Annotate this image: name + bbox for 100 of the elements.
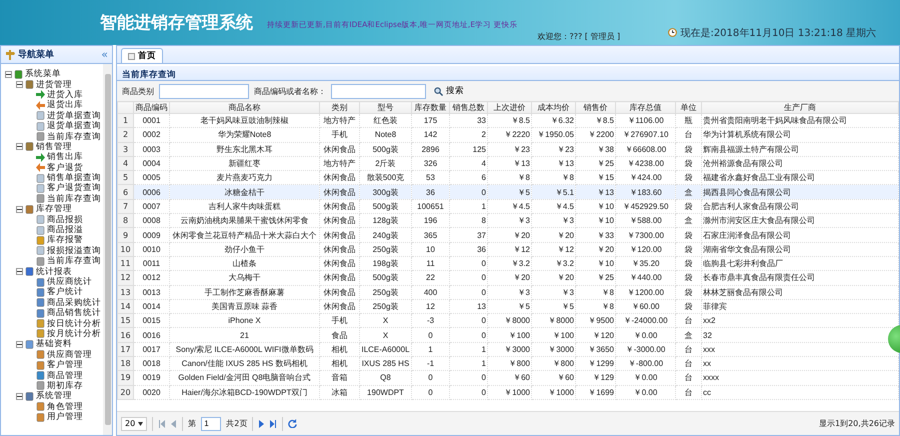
tab[interactable]: 首页 — [121, 48, 163, 63]
tree-item[interactable]: 销售单据查询 — [47, 173, 101, 184]
column-header[interactable]: 商品名称 — [170, 102, 320, 114]
tree-toggle[interactable] — [16, 268, 23, 276]
table-row[interactable]: 13 0013 手工制作芝麻香酥麻薯 休闲食品 250g装 400 0 ￥3 ￥3 ￥8 ￥1200.00 袋 林林芝丽食品有限公司 — [118, 285, 898, 300]
column-header[interactable]: 上次进价 — [488, 102, 532, 114]
node-icon — [36, 319, 45, 328]
page-size-select[interactable]: 20 — [121, 416, 148, 430]
node-icon — [36, 111, 45, 120]
column-header[interactable]: 类别 — [320, 102, 360, 114]
table-cell: Note8 — [360, 128, 412, 142]
tree-item[interactable]: 期初库存 — [47, 380, 83, 391]
tree-item[interactable]: 角色管理 — [47, 402, 83, 412]
last-page-button[interactable] — [269, 420, 278, 428]
tree-group[interactable]: 统计报表 — [36, 266, 72, 277]
tree-group[interactable]: 进货管理 — [36, 80, 72, 90]
tree-item[interactable]: 客户退货查询 — [47, 183, 101, 194]
tree-toggle[interactable] — [16, 392, 23, 400]
table-cell: ￥33 — [576, 228, 616, 242]
tree-item[interactable]: 客户统计 — [47, 287, 83, 298]
node-icon — [36, 308, 45, 318]
column-header[interactable]: 成本均价 — [532, 102, 576, 114]
tree-item[interactable]: 商品采购统计 — [47, 298, 101, 308]
table-row[interactable]: 20 0020 Haier/海尔冰箱BCD-190WDPT双门 冰箱 190WDPT 0 0 ￥1000 ￥1000 ￥1699 ￥0.00 台 cc — [118, 385, 898, 400]
tree-item[interactable]: 商品报损 — [47, 214, 83, 225]
table-cell: 石家庄润泽食品有限公司 — [702, 228, 898, 242]
tree-group[interactable]: 库存管理 — [36, 204, 72, 214]
tree-group[interactable]: 基础资料 — [36, 339, 72, 350]
column-header[interactable]: 商品编码 — [134, 102, 170, 114]
tree-item[interactable]: 当前库存查询 — [47, 194, 101, 204]
tree-item[interactable]: 商品销售统计 — [47, 308, 101, 318]
tree-item[interactable]: 客户管理 — [47, 360, 83, 370]
tree-group[interactable]: 系统菜单 — [25, 69, 61, 80]
tree-item[interactable]: 供应商统计 — [47, 277, 92, 287]
tree-item[interactable]: 当前库存查询 — [47, 132, 101, 142]
tree-item[interactable]: 商品报溢 — [47, 225, 83, 236]
table-row[interactable]: 5 0005 麦片燕麦巧克力 休闲食品 散装500克 53 6 ￥8 ￥8 ￥15 ￥424.00 袋 福建省永鑫好食品工业有限公司 — [118, 170, 898, 185]
table-row[interactable]: 14 0014 美国青豆原味 蒜香 休闲食品 250g装 12 13 ￥5 ￥5 ￥8 ￥60.00 袋 菲律宾 — [118, 299, 898, 314]
column-header[interactable]: 生产厂商 — [702, 102, 898, 114]
tree-item[interactable]: 用户管理 — [47, 412, 83, 422]
node-icon — [36, 288, 45, 297]
tree-item[interactable]: 销售出库 — [47, 152, 83, 162]
table-row[interactable]: 4 0004 新疆红枣 地方特产 2斤装 326 4 ￥13 ￥13 ￥25 ￥4238.00 袋 沧州裕源食品有限公司 — [118, 156, 898, 171]
table-row[interactable]: 6 0006 冰糖金桔干 休闲食品 300g装 36 0 ￥5 ￥5.1 ￥13 ￥183.60 盒 揭西县同心食品有限公司 — [118, 184, 898, 200]
category-field[interactable] — [159, 84, 249, 98]
table-row[interactable]: 12 0012 大乌梅干 休闲食品 500g装 22 0 ￥20 ￥20 ￥25 ￥440.00 袋 长春市鼎丰真食品有限责任公司 — [118, 270, 898, 286]
tree-group[interactable]: 销售管理 — [36, 142, 72, 152]
column-header[interactable]: 销售总数 — [450, 102, 488, 114]
table-cell: 休闲食品 — [320, 228, 360, 242]
table-cell: 0 — [450, 285, 488, 300]
tree-toggle[interactable] — [16, 206, 23, 213]
tree-item[interactable]: 进货单据查询 — [47, 110, 101, 121]
tree-item[interactable]: 商品管理 — [47, 370, 83, 381]
tree-item[interactable]: 当前库存查询 — [47, 256, 101, 266]
node-icon — [25, 267, 34, 276]
column-header[interactable]: 库存总值 — [616, 102, 676, 114]
table-row[interactable]: 15 0015 iPhone X 手机 X -3 0 ￥8000 ￥8000 ￥9500 ￥-24000.00 台 xx2 — [118, 314, 898, 328]
tree-item[interactable]: 退货单据查询 — [47, 121, 101, 132]
search-button[interactable]: 搜索 — [431, 85, 467, 97]
tree-toggle[interactable] — [16, 340, 23, 348]
table-row[interactable]: 7 0007 吉利人家牛肉味蛋糕 休闲食品 500g装 100651 1 ￥4.5 ￥4.5 ￥10 ￥452929.50 袋 合肥吉利人家食品有限公司 — [118, 199, 898, 214]
app-title: 智能进销存管理系统 — [100, 12, 253, 34]
next-page-button[interactable] — [258, 420, 264, 428]
column-header[interactable]: 型号 — [360, 102, 412, 114]
page-total: 共2页 — [226, 418, 248, 429]
keyword-field[interactable] — [331, 84, 426, 98]
column-header[interactable]: 库存数量 — [412, 102, 450, 114]
tree-item[interactable]: 库存报警 — [47, 235, 83, 246]
tree-item[interactable]: 供应商管理 — [47, 350, 92, 360]
table-cell: 盒 — [676, 328, 702, 342]
page-field[interactable]: 1 — [201, 416, 222, 430]
table-row[interactable]: 1 0001 老干妈风味豆豉油制辣椒 地方特产 红色装 175 33 ￥8.5 ￥6.32 ￥8.5 ￥1106.00 瓶 贵州省贵阳南明老干妈风味食品有限公司 — [118, 114, 898, 128]
node-icon — [36, 412, 45, 422]
tree-toggle[interactable] — [16, 143, 23, 150]
table-row[interactable]: 9 0009 休闲零食兰花豆特产精品十米大蒜白大个 休闲食品 240g装 365 37 ￥20 ￥20 ￥33 ￥7300.00 袋 石家庄润泽食品有限公司 — [118, 228, 898, 242]
tree-item[interactable]: 报损报溢查询 — [47, 246, 101, 256]
table-row[interactable]: 10 0010 劲仔小鱼干 休闲食品 250g装 10 36 ￥12 ￥12 ￥20 ￥120.00 袋 湖南省华文食品有限公司 — [118, 242, 898, 256]
scrollbar[interactable] — [103, 64, 112, 435]
tree-toggle[interactable] — [16, 81, 23, 88]
tree-item[interactable]: 按日统计分析 — [47, 318, 101, 329]
refresh-icon[interactable] — [288, 419, 298, 428]
tree-item[interactable]: 进货入库 — [47, 90, 83, 100]
tree-item[interactable]: 客户退货 — [47, 162, 83, 173]
tree-item[interactable]: 退货出库 — [47, 100, 83, 110]
table-row[interactable]: 19 0019 Golden Field/金河田 Q8电脑音响台式 音箱 Q8 0 0 ￥60 ￥60 ￥129 ￥0.00 台 xxxx — [118, 370, 898, 386]
table-row[interactable]: 8 0008 云南奶油桃肉果脯果干蜜饯休闲零食 休闲食品 128g装 196 8 ￥3 ￥3 ￥10 ￥588.00 盒 滁州市润安区庄大食品有限公司 — [118, 214, 898, 228]
table-cell: ￥100 — [532, 328, 576, 342]
table-row[interactable]: 2 0002 华为荣耀Note8 手机 Note8 142 2 ￥2220 ￥1950.05 ￥2200 ￥276907.10 台 华为计算机系统有限公司 — [118, 128, 898, 142]
table-cell: ￥20 — [488, 270, 532, 286]
column-header[interactable]: 销售价 — [576, 102, 616, 114]
table-row[interactable]: 3 0003 野生东北黑木耳 休闲食品 500g装 2896 125 ￥23 ￥23 ￥38 ￥66608.00 袋 辉南县福源土特产有限公司 — [118, 142, 898, 156]
table-row[interactable]: 18 0018 Canon/佳能 IXUS 285 HS 数码相机 相机 IXUS 285 HS -1 1 ￥800 ￥800 ￥1299 ￥-800.00 台 xx — [118, 356, 898, 371]
table-cell: ￥440.00 — [616, 270, 676, 286]
tree-toggle[interactable] — [5, 70, 12, 78]
table-cell: Haier/海尔冰箱BCD-190WDPT双门 — [170, 385, 320, 400]
table-row[interactable]: 17 0017 Sony/索尼 ILCE-A6000L WIFI微单数码 相机 ILCE-A6000L 1 1 ￥3000 ￥3000 ￥3650 ￥-3000.00 台 xxx — [118, 342, 898, 357]
tree-group[interactable]: 系统管理 — [36, 391, 72, 402]
table-row[interactable]: 11 0011 山楂条 休闲食品 198g装 11 0 ￥3.2 ￥3.2 ￥10 ￥35.20 袋 临朐县七彩井利食品厂 — [118, 256, 898, 271]
tree-item[interactable]: 按月统计分析 — [47, 328, 101, 339]
column-header[interactable]: 单位 — [676, 102, 702, 114]
